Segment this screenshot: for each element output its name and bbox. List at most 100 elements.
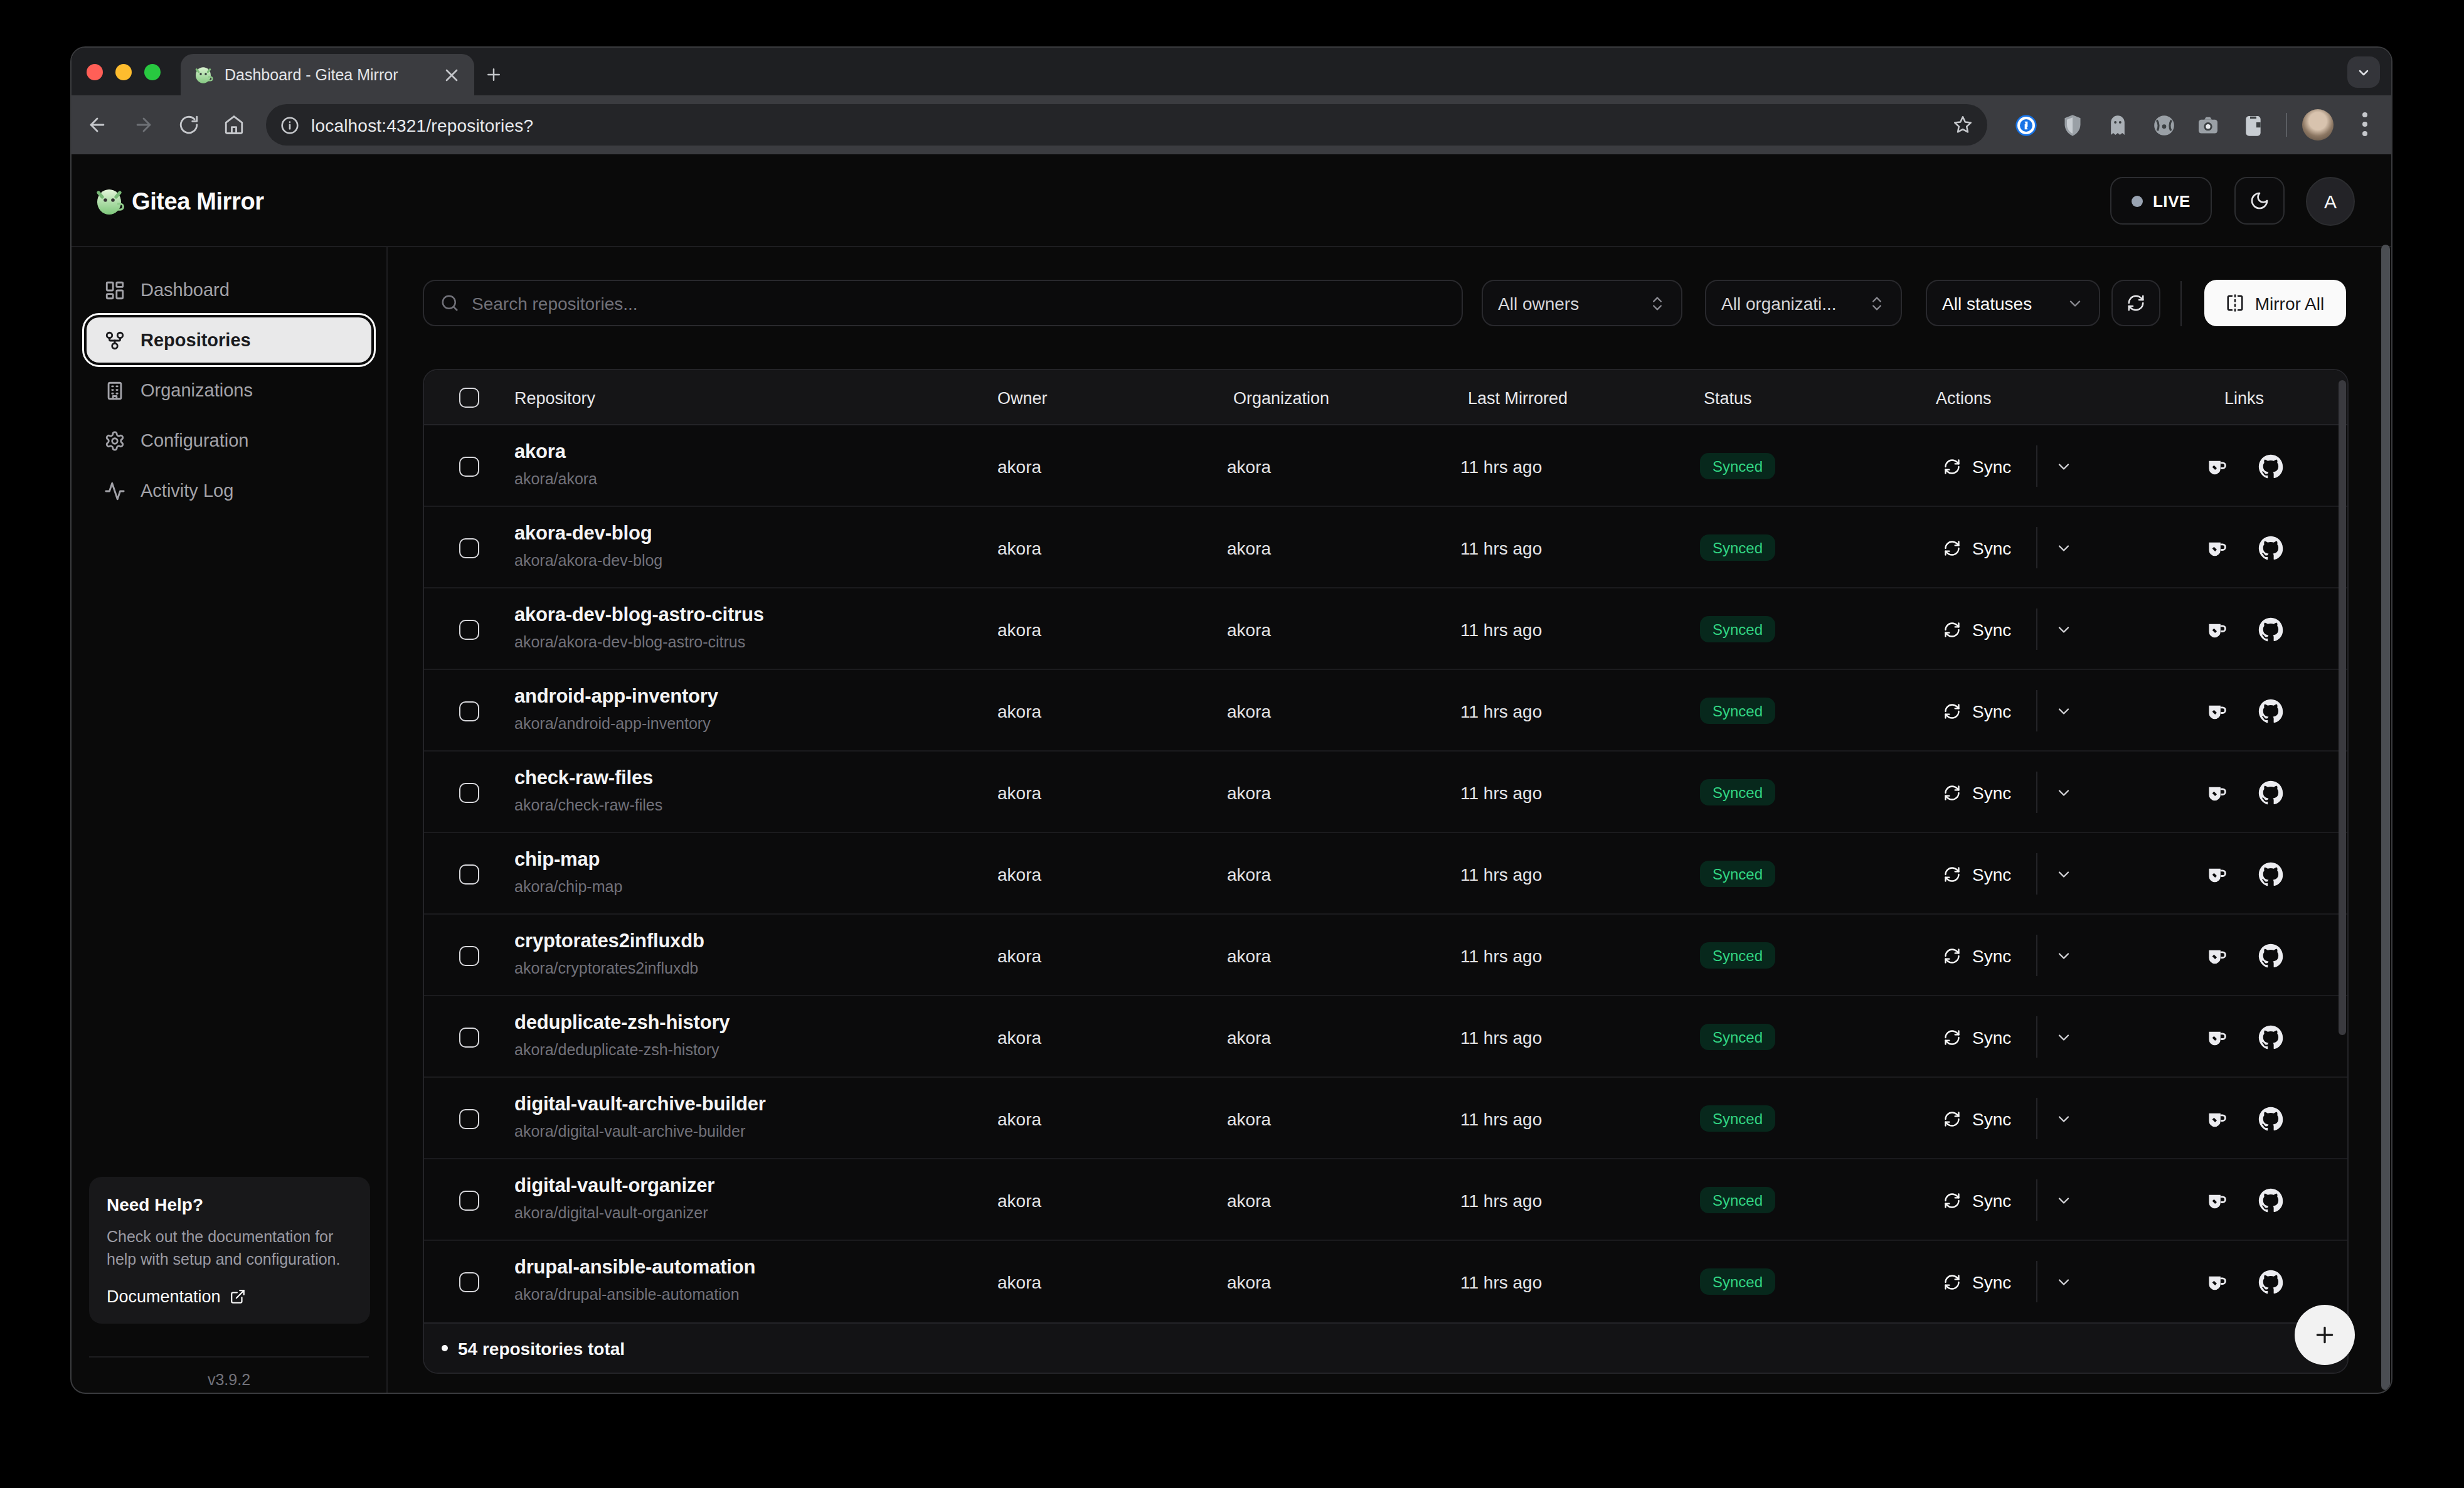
gitea-link-icon[interactable]	[2204, 1024, 2229, 1050]
site-info-icon[interactable]	[280, 115, 300, 135]
sync-button[interactable]: Sync	[1943, 1241, 2011, 1322]
row-expand-chevron[interactable]	[2055, 866, 2073, 883]
github-link-icon[interactable]	[2258, 943, 2283, 968]
forward-button[interactable]	[133, 114, 154, 136]
row-expand-chevron[interactable]	[2055, 1029, 2073, 1046]
gitea-link-icon[interactable]	[2204, 861, 2229, 886]
browser-menu-button[interactable]	[2362, 112, 2367, 137]
sync-button[interactable]: Sync	[1943, 670, 2011, 752]
gitea-link-icon[interactable]	[2204, 698, 2229, 723]
gitea-link-icon[interactable]	[2204, 454, 2229, 479]
row-checkbox[interactable]	[459, 1272, 479, 1292]
browser-profile-avatar[interactable]	[2302, 109, 2334, 141]
row-checkbox[interactable]	[459, 1027, 479, 1047]
tab-search-button[interactable]	[2347, 56, 2380, 88]
row-expand-chevron[interactable]	[2055, 1192, 2073, 1209]
row-checkbox[interactable]	[459, 1108, 479, 1129]
sync-button[interactable]: Sync	[1943, 1078, 2011, 1159]
row-checkbox[interactable]	[459, 538, 479, 558]
sync-button[interactable]: Sync	[1943, 833, 2011, 915]
app-version: v3.9.2	[72, 1371, 386, 1389]
documentation-link[interactable]: Documentation	[107, 1287, 353, 1305]
sync-button[interactable]: Sync	[1943, 752, 2011, 833]
search-input[interactable]: Search repositories...	[423, 280, 1463, 326]
sync-button[interactable]: Sync	[1943, 1159, 2011, 1241]
row-expand-chevron[interactable]	[2055, 784, 2073, 802]
row-expand-chevron[interactable]	[2055, 621, 2073, 639]
user-avatar[interactable]: A	[2306, 177, 2355, 226]
live-status-button[interactable]: LIVE	[2110, 177, 2212, 225]
new-tab-button[interactable]	[484, 65, 503, 84]
gitea-link-icon[interactable]	[2204, 617, 2229, 642]
window-close-button[interactable]	[87, 64, 103, 80]
gitea-link-icon[interactable]	[2204, 1188, 2229, 1213]
github-link-icon[interactable]	[2258, 1188, 2283, 1213]
github-link-icon[interactable]	[2258, 780, 2283, 805]
window-zoom-button[interactable]	[144, 64, 161, 80]
extension-badger-icon[interactable]	[2152, 113, 2177, 138]
gitea-link-icon[interactable]	[2204, 1106, 2229, 1131]
address-bar[interactable]: localhost:4321/repositories?	[266, 104, 1987, 146]
sync-button[interactable]: Sync	[1943, 507, 2011, 588]
url-text[interactable]: localhost:4321/repositories?	[311, 115, 1952, 135]
sidebar-item[interactable]: Activity Log	[87, 468, 371, 513]
owners-filter-select[interactable]: All owners	[1482, 280, 1682, 326]
repository-path: akora/android-app-inventory	[514, 715, 711, 733]
extension-1password-icon[interactable]	[2014, 113, 2039, 138]
github-link-icon[interactable]	[2258, 617, 2283, 642]
bookmark-star-icon[interactable]	[1952, 114, 1973, 136]
extension-shield-icon[interactable]	[2060, 113, 2085, 138]
sidebar-item[interactable]: Dashboard	[87, 267, 371, 312]
add-repository-button[interactable]	[2295, 1305, 2355, 1365]
theme-toggle-button[interactable]	[2234, 177, 2285, 225]
row-expand-chevron[interactable]	[2055, 947, 2073, 965]
back-button[interactable]	[87, 114, 108, 136]
github-link-icon[interactable]	[2258, 1024, 2283, 1050]
row-checkbox[interactable]	[459, 945, 479, 965]
sync-button[interactable]: Sync	[1943, 588, 2011, 670]
window-minimize-button[interactable]	[115, 64, 132, 80]
row-checkbox[interactable]	[459, 782, 479, 802]
home-button[interactable]	[223, 114, 245, 136]
sidebar-item[interactable]: Organizations	[87, 368, 371, 413]
table-scrollbar-thumb[interactable]	[2339, 380, 2346, 1035]
github-link-icon[interactable]	[2258, 1106, 2283, 1131]
sidebar-item[interactable]: Configuration	[87, 418, 371, 463]
extension-camera-icon[interactable]	[2196, 113, 2221, 138]
mirror-all-button[interactable]: Mirror All	[2204, 280, 2346, 326]
gitea-link-icon[interactable]	[2204, 943, 2229, 968]
extension-clipboard-icon[interactable]	[2241, 113, 2266, 138]
row-expand-chevron[interactable]	[2055, 539, 2073, 557]
sync-button[interactable]: Sync	[1943, 996, 2011, 1078]
organizations-filter-select[interactable]: All organizati...	[1705, 280, 1902, 326]
select-all-checkbox[interactable]	[459, 388, 479, 408]
github-link-icon[interactable]	[2258, 535, 2283, 560]
sync-button[interactable]: Sync	[1943, 915, 2011, 996]
row-expand-chevron[interactable]	[2055, 1110, 2073, 1128]
gitea-link-icon[interactable]	[2204, 535, 2229, 560]
sync-button[interactable]: Sync	[1943, 425, 2011, 507]
refresh-button[interactable]	[2111, 280, 2160, 326]
browser-tab[interactable]: Dashboard - Gitea Mirror	[181, 54, 474, 95]
github-link-icon[interactable]	[2258, 698, 2283, 723]
github-link-icon[interactable]	[2258, 1269, 2283, 1294]
row-checkbox[interactable]	[459, 701, 479, 721]
row-expand-chevron[interactable]	[2055, 703, 2073, 720]
gitea-link-icon[interactable]	[2204, 780, 2229, 805]
github-link-icon[interactable]	[2258, 861, 2283, 886]
sidebar-item[interactable]: Repositories	[87, 317, 371, 363]
row-checkbox[interactable]	[459, 619, 479, 639]
reload-button[interactable]	[178, 114, 199, 136]
row-expand-chevron[interactable]	[2055, 458, 2073, 476]
github-link-icon[interactable]	[2258, 454, 2283, 479]
extension-ghostery-icon[interactable]	[2105, 113, 2130, 138]
statuses-filter-select[interactable]: All statuses	[1926, 280, 2100, 326]
row-checkbox[interactable]	[459, 864, 479, 884]
row-checkbox[interactable]	[459, 456, 479, 476]
gitea-link-icon[interactable]	[2204, 1269, 2229, 1294]
tab-close-icon[interactable]	[442, 65, 462, 85]
browser-scrollbar[interactable]	[2381, 245, 2390, 1390]
refresh-icon	[1943, 1028, 1961, 1046]
row-checkbox[interactable]	[459, 1190, 479, 1210]
row-expand-chevron[interactable]	[2055, 1273, 2073, 1291]
